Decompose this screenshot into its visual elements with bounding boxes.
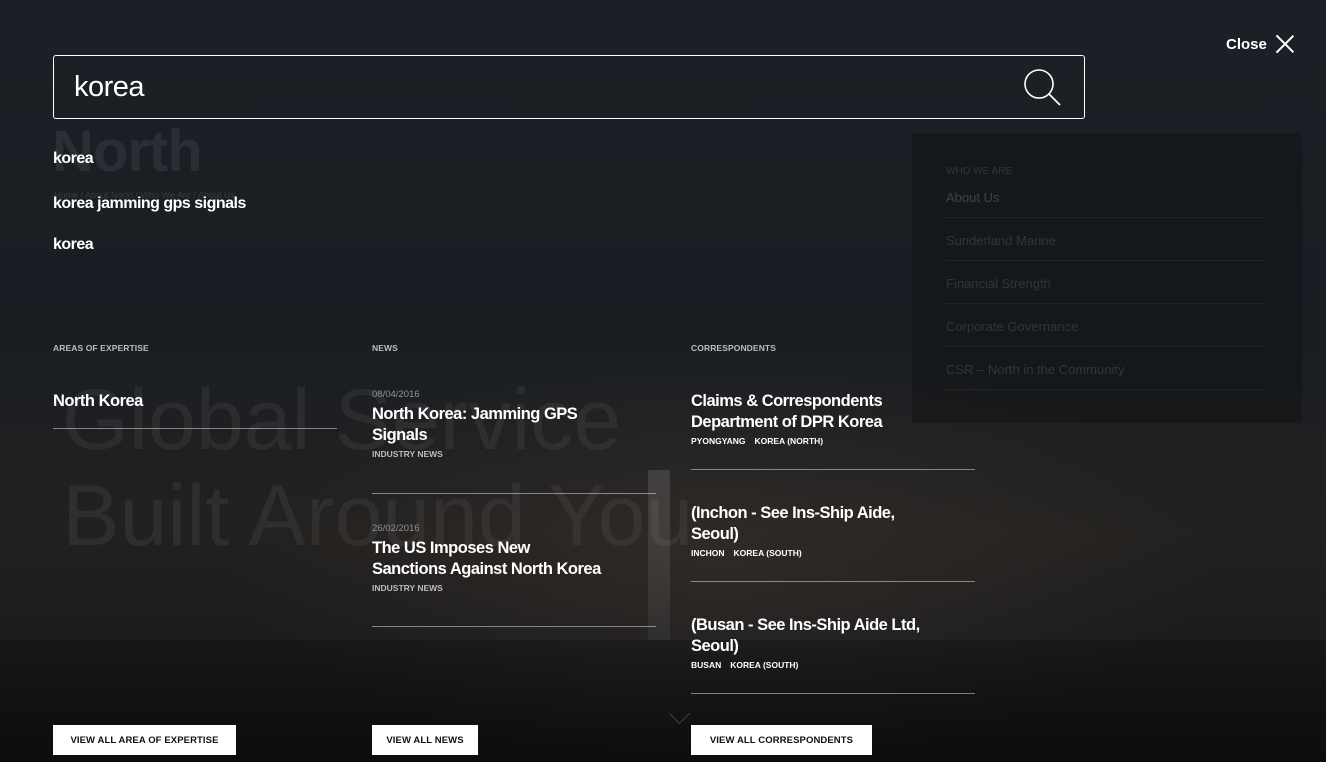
result-title-line-1: (Busan - See Ins-Ship Aide Ltd, <box>691 616 920 634</box>
search-icon[interactable] <box>1022 67 1062 107</box>
result-title-line-2: Seoul) <box>691 637 739 655</box>
result-title-line-1: Claims & Correspondents <box>691 392 883 410</box>
correspondent-result[interactable]: Claims & Correspondents Department of DP… <box>691 391 975 470</box>
panel-item-csr: CSR – North in the Community <box>946 362 1266 390</box>
result-title-line-2: Sanctions Against North Korea <box>372 560 601 578</box>
expertise-column: AREAS OF EXPERTISE North Korea <box>53 343 337 429</box>
result-title: North Korea <box>53 392 143 410</box>
result-country: KOREA (SOUTH) <box>733 548 802 558</box>
view-all-expertise-button[interactable]: VIEW ALL AREA OF EXPERTISE <box>53 725 236 755</box>
result-title-line-1: The US Imposes New <box>372 539 530 557</box>
panel-item-sunderland-marine: Sunderland Marine <box>946 233 1266 261</box>
result-city: INCHON <box>691 548 725 558</box>
news-result[interactable]: 26/02/2016 The US Imposes New Sanctions … <box>372 523 656 627</box>
result-title-line-2: Department of DPR Korea <box>691 413 883 431</box>
result-country: KOREA (NORTH) <box>754 436 824 446</box>
result-category: INDUSTRY NEWS <box>372 583 443 593</box>
expertise-result[interactable]: North Korea <box>53 391 337 429</box>
result-date: 08/04/2016 <box>372 389 420 400</box>
panel-heading: WHO WE ARE <box>946 166 1013 177</box>
result-category: INDUSTRY NEWS <box>372 449 443 459</box>
result-title-line-1: North Korea: Jamming GPS <box>372 405 578 423</box>
correspondents-column: CORRESPONDENTS Claims & Correspondents D… <box>691 343 975 694</box>
result-title-line-1: (Inchon - See Ins-Ship Aide, <box>691 504 895 522</box>
result-city: BUSAN <box>691 660 722 670</box>
panel-item-corporate-governance: Corporate Governance <box>946 319 1266 347</box>
view-all-correspondents-button[interactable]: VIEW ALL CORRESPONDENTS <box>691 725 872 755</box>
search-box <box>53 55 1085 119</box>
correspondent-result[interactable]: (Inchon - See Ins-Ship Aide, Seoul) INCH… <box>691 503 975 582</box>
news-column: NEWS 08/04/2016 North Korea: Jamming GPS… <box>372 343 656 627</box>
result-title-line-2: Seoul) <box>691 525 739 543</box>
suggestion-item[interactable]: korea <box>53 236 94 254</box>
correspondent-result[interactable]: (Busan - See Ins-Ship Aide Ltd, Seoul) B… <box>691 615 975 694</box>
close-button[interactable]: Close <box>1226 34 1295 54</box>
close-label: Close <box>1226 35 1267 53</box>
result-location: BUSAN KOREA (SOUTH) <box>691 660 975 670</box>
close-icon <box>1275 34 1295 54</box>
result-date: 26/02/2016 <box>372 523 420 534</box>
panel-item-financial-strength: Financial Strength <box>946 276 1266 304</box>
who-we-are-panel: WHO WE ARE About Us Sunderland Marine Fi… <box>912 133 1302 423</box>
expertise-heading: AREAS OF EXPERTISE <box>53 343 149 353</box>
correspondents-heading: CORRESPONDENTS <box>691 343 776 353</box>
suggestion-item[interactable]: korea <box>53 150 94 168</box>
suggestion-item[interactable]: korea jamming gps signals <box>53 195 246 213</box>
result-location: PYONGYANG KOREA (NORTH) <box>691 436 975 446</box>
result-city: PYONGYANG <box>691 436 746 446</box>
view-all-news-button[interactable]: VIEW ALL NEWS <box>372 725 478 755</box>
news-result[interactable]: 08/04/2016 North Korea: Jamming GPS Sign… <box>372 389 656 494</box>
panel-item-about-us: About Us <box>946 190 1266 218</box>
search-input[interactable] <box>54 55 1022 119</box>
result-title-line-2: Signals <box>372 426 428 444</box>
result-location: INCHON KOREA (SOUTH) <box>691 548 975 558</box>
result-country: KOREA (SOUTH) <box>730 660 799 670</box>
news-heading: NEWS <box>372 343 398 353</box>
